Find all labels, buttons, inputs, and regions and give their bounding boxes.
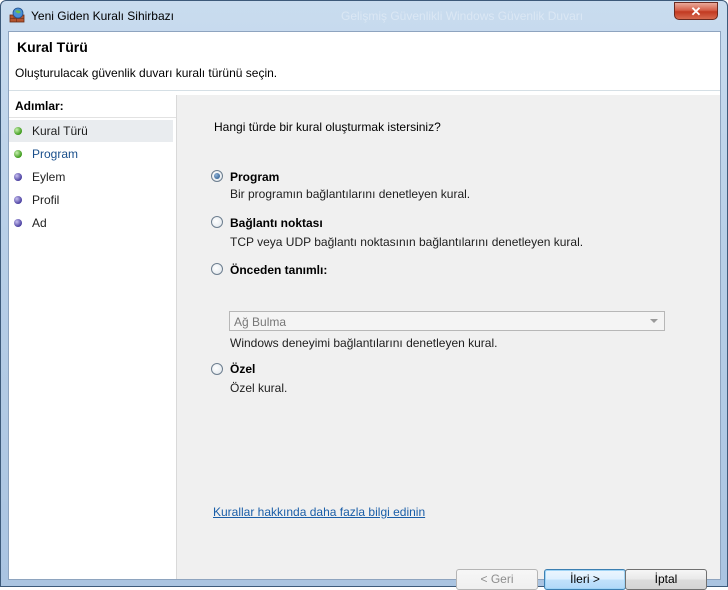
firewall-app-icon <box>9 7 25 23</box>
steps-divider <box>9 117 176 118</box>
step-complete-dot-icon <box>14 150 22 158</box>
option-desc-custom: Özel kural. <box>230 381 288 395</box>
radio-port[interactable] <box>211 216 223 228</box>
wizard-header: Kural Türü Oluşturulacak güvenlik duvarı… <box>9 32 720 91</box>
option-label-custom[interactable]: Özel <box>230 362 255 376</box>
step-item-ad: Ad <box>9 212 173 234</box>
step-label: Ad <box>32 216 47 230</box>
radio-custom[interactable] <box>211 363 223 375</box>
step-label: Kural Türü <box>32 124 88 138</box>
steps-title: Adımlar: <box>15 99 64 113</box>
option-label-predefined[interactable]: Önceden tanımlı: <box>230 263 327 277</box>
rule-type-question: Hangi türde bir kural oluşturmak istersi… <box>214 120 441 134</box>
page-title: Kural Türü <box>17 39 88 55</box>
learn-more-link[interactable]: Kurallar hakkında daha fazla bilgi edini… <box>213 505 425 519</box>
predefined-rule-select[interactable]: Ağ Bulma <box>229 311 665 331</box>
wizard-window: Yeni Giden Kuralı Sihirbazı Gelişmiş Güv… <box>0 0 728 590</box>
option-label-program[interactable]: Program <box>230 170 279 184</box>
close-button[interactable]: ✕ <box>674 2 718 20</box>
main-panel: Hangi türde bir kural oluşturmak istersi… <box>177 95 720 590</box>
step-label: Eylem <box>32 170 66 184</box>
window-title: Yeni Giden Kuralı Sihirbazı <box>31 9 174 23</box>
option-desc-program: Bir programın bağlantılarını denetleyen … <box>230 187 471 201</box>
option-label-port[interactable]: Bağlantı noktası <box>230 216 323 230</box>
close-icon: ✕ <box>690 4 702 19</box>
wizard-client-area: Kural Türü Oluşturulacak güvenlik duvarı… <box>8 31 721 590</box>
radio-predefined[interactable] <box>211 263 223 275</box>
step-item-eylem: Eylem <box>9 166 173 188</box>
option-desc-predefined: Windows deneyimi bağlantılarını denetley… <box>230 336 498 350</box>
background-window-title: Gelişmiş Güvenlikli Windows Güvenlik Duv… <box>341 9 584 23</box>
steps-sidebar: Adımlar: Kural Türü Program Eylem Profil… <box>9 95 177 579</box>
radio-selected-dot-icon <box>214 173 220 179</box>
option-desc-port: TCP veya UDP bağlantı noktasının bağlant… <box>230 235 584 249</box>
radio-program[interactable] <box>211 170 223 182</box>
step-pending-dot-icon <box>14 196 22 204</box>
step-pending-dot-icon <box>14 219 22 227</box>
step-label: Program <box>32 147 79 161</box>
step-item-kural-turu[interactable]: Kural Türü <box>9 120 173 142</box>
page-description: Oluşturulacak güvenlik duvarı kuralı tür… <box>15 66 278 80</box>
predefined-rule-value: Ağ Bulma <box>234 315 287 329</box>
step-pending-dot-icon <box>14 173 22 181</box>
step-item-program[interactable]: Program <box>9 143 173 165</box>
chevron-down-icon <box>650 319 658 323</box>
step-label: Profil <box>32 193 60 207</box>
title-bar[interactable]: Yeni Giden Kuralı Sihirbazı Gelişmiş Güv… <box>1 1 727 31</box>
step-item-profil: Profil <box>9 189 173 211</box>
step-complete-dot-icon <box>14 127 22 135</box>
